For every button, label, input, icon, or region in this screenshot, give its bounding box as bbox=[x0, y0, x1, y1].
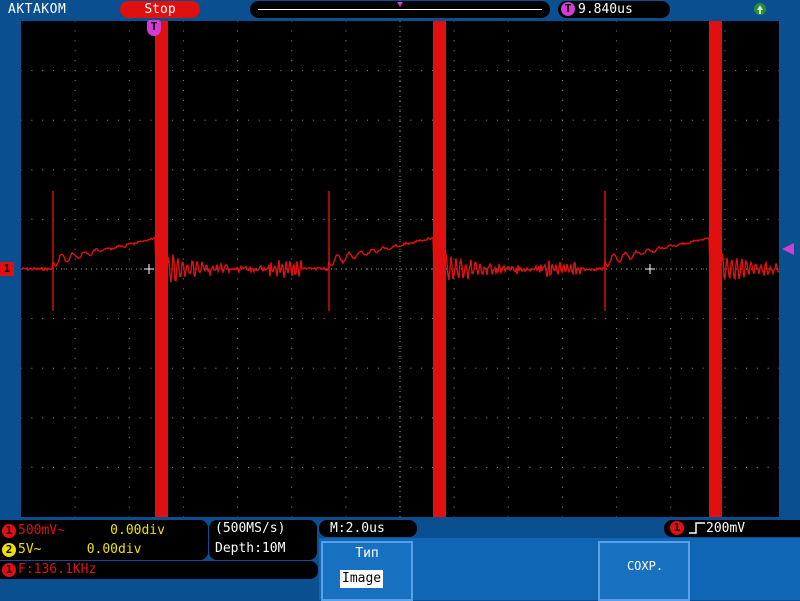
frequency-value: F:136.1KHz bbox=[18, 562, 97, 577]
measurement-channel-badge: 1 bbox=[2, 562, 16, 577]
channel2-badge: 2 bbox=[2, 542, 16, 557]
trigger-position-value: 9.840us bbox=[578, 2, 633, 17]
channel2-offset: 0.00div bbox=[86, 542, 142, 557]
trigger-level-value[interactable]: 200mV bbox=[706, 520, 745, 537]
save-softkey-label: СОХР. bbox=[626, 559, 664, 573]
trigger-time-marker[interactable]: T bbox=[147, 20, 161, 36]
channel1-badge: 1 bbox=[2, 523, 16, 538]
timebase-value[interactable]: M:2.0us bbox=[330, 520, 385, 537]
type-softkey-value: Image bbox=[340, 570, 384, 588]
channel1-info[interactable]: 1 500mV~ 0.00div bbox=[2, 522, 165, 540]
run-stop-status[interactable]: Stop bbox=[120, 1, 200, 18]
channel1-ground-marker[interactable]: 1 bbox=[0, 262, 14, 276]
graticule bbox=[21, 21, 779, 517]
trigger-channel-badge: 1 bbox=[670, 521, 684, 535]
timeline-trigger-marker bbox=[397, 2, 403, 7]
memory-depth: Depth:10M bbox=[215, 541, 286, 556]
brand-logo: AKTAKOM bbox=[8, 2, 67, 17]
channel2-info[interactable]: 2 5V~ 0.00div bbox=[2, 541, 141, 559]
usb-icon bbox=[754, 3, 766, 15]
rising-edge-icon bbox=[689, 522, 705, 534]
timeline-line bbox=[258, 9, 542, 10]
channel1-scale: 500mV~ bbox=[18, 523, 65, 538]
type-softkey-label: Тип bbox=[355, 546, 379, 561]
trigger-icon: T bbox=[561, 2, 575, 16]
frequency-measurement: 1 F:136.1KHz bbox=[2, 561, 96, 579]
channel2-scale: 5V~ bbox=[18, 542, 42, 557]
channel1-offset: 0.00div bbox=[110, 523, 165, 538]
trigger-level-marker[interactable] bbox=[782, 243, 794, 255]
sample-rate: (500MS/s) bbox=[215, 521, 286, 536]
waveform-canvas bbox=[21, 21, 779, 517]
